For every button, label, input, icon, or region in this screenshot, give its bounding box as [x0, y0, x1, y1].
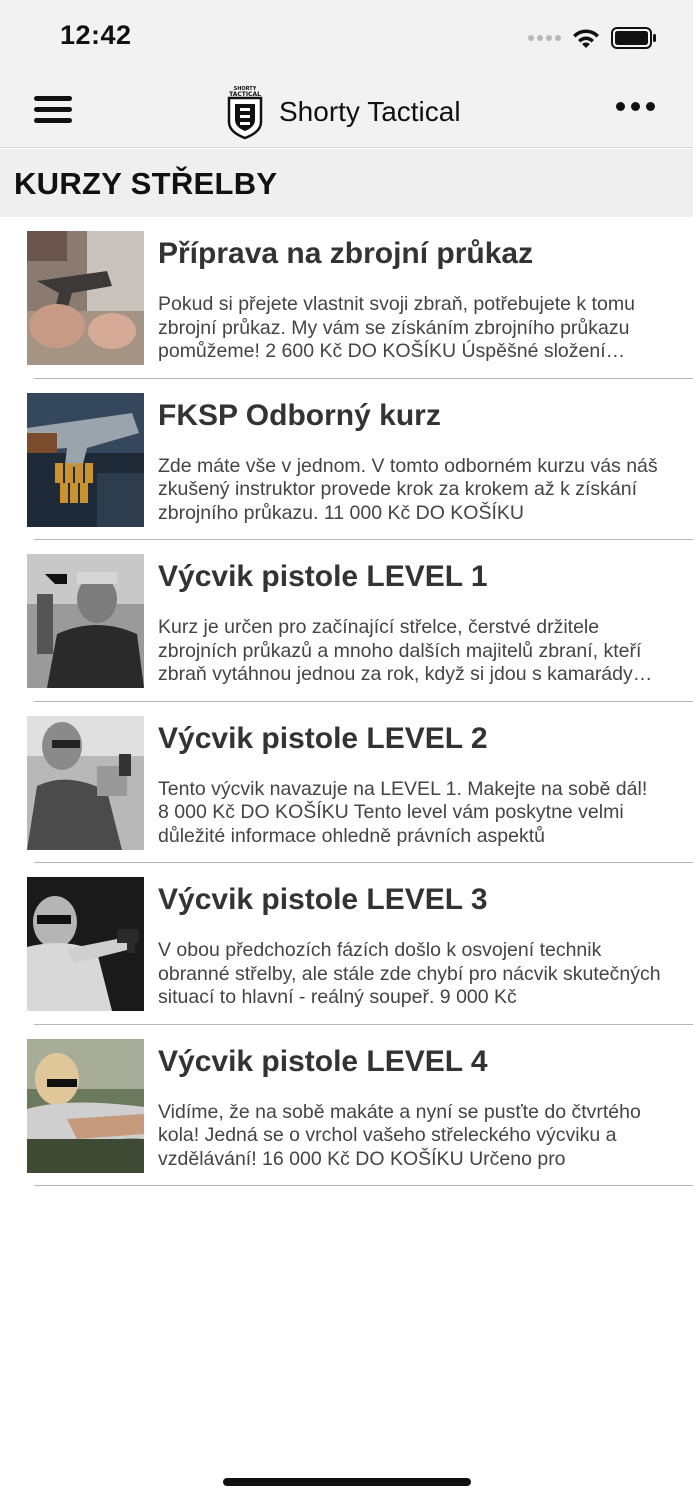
course-thumbnail — [27, 877, 144, 1011]
course-description: Pokud si přejete vlastnit svoji zbraň, p… — [158, 293, 635, 362]
course-description: Tento výcvik navazuje na LEVEL 1. Makejt… — [158, 777, 648, 847]
instructor-photo — [27, 554, 144, 688]
course-title: Výcvik pistole LEVEL 1 — [158, 560, 488, 593]
course-item[interactable]: FKSP Odborný kurz Zde máte vše v jednom.… — [0, 379, 693, 540]
course-description: Zde máte vše v jednom. V tomto odborném … — [158, 454, 658, 524]
status-icons — [528, 24, 657, 52]
shooter-aiming-photo — [27, 877, 144, 1011]
svg-text:TACTICAL: TACTICAL — [229, 91, 261, 98]
pistol-ammo-photo — [27, 392, 144, 527]
course-thumbnail — [27, 715, 144, 850]
course-item[interactable]: Výcvik pistole LEVEL 1 Kurz je určen pro… — [0, 540, 693, 702]
section-title: KURZY STŘELBY — [14, 166, 278, 201]
nav-bar: SHORTY TACTICAL Shorty Tactical — [0, 74, 693, 148]
divider — [34, 1185, 693, 1186]
status-bar: 12:42 — [0, 0, 693, 74]
pistol-hands-photo — [27, 231, 144, 365]
home-indicator[interactable] — [223, 1478, 471, 1486]
wifi-icon — [573, 29, 599, 48]
battery-icon — [611, 27, 656, 49]
brand: SHORTY TACTICAL Shorty Tactical — [225, 84, 461, 140]
course-item[interactable]: Výcvik pistole LEVEL 3 V obou předchozíc… — [0, 863, 693, 1025]
course-item[interactable]: Příprava na zbrojní průkaz Pokud si přej… — [0, 217, 693, 379]
shooter-woman-photo — [27, 715, 144, 850]
signal-icon — [528, 35, 561, 41]
course-list: Příprava na zbrojní průkaz Pokud si přej… — [0, 217, 693, 1186]
course-item[interactable]: Výcvik pistole LEVEL 4 Vidíme, že na sob… — [0, 1025, 693, 1186]
course-title: Výcvik pistole LEVEL 4 — [158, 1044, 488, 1078]
status-time: 12:42 — [60, 20, 132, 50]
course-description: Kurz je určen pro začínající střelce, če… — [158, 616, 642, 685]
course-title: Výcvik pistole LEVEL 3 — [158, 883, 488, 916]
app-title: Shorty Tactical — [279, 96, 461, 127]
more-dots-icon[interactable] — [616, 102, 655, 111]
course-title: FKSP Odborný kurz — [158, 398, 441, 432]
course-description: V obou předchozích fázích došlo k osvoje… — [158, 939, 661, 1008]
course-description: Vidíme, že na sobě makáte a nyní se pusť… — [158, 1100, 641, 1170]
course-title: Výcvik pistole LEVEL 2 — [158, 721, 488, 755]
course-thumbnail — [27, 554, 144, 688]
shooter-range-photo — [27, 1038, 144, 1173]
shorty-tactical-logo: SHORTY TACTICAL — [227, 86, 263, 140]
course-thumbnail — [27, 231, 144, 365]
course-thumbnail — [27, 392, 144, 527]
course-item[interactable]: Výcvik pistole LEVEL 2 Tento výcvik nava… — [0, 702, 693, 863]
section-header: KURZY STŘELBY — [0, 149, 693, 217]
course-thumbnail — [27, 1038, 144, 1173]
hamburger-menu-icon[interactable] — [34, 96, 72, 126]
course-title: Příprava na zbrojní průkaz — [158, 237, 534, 270]
